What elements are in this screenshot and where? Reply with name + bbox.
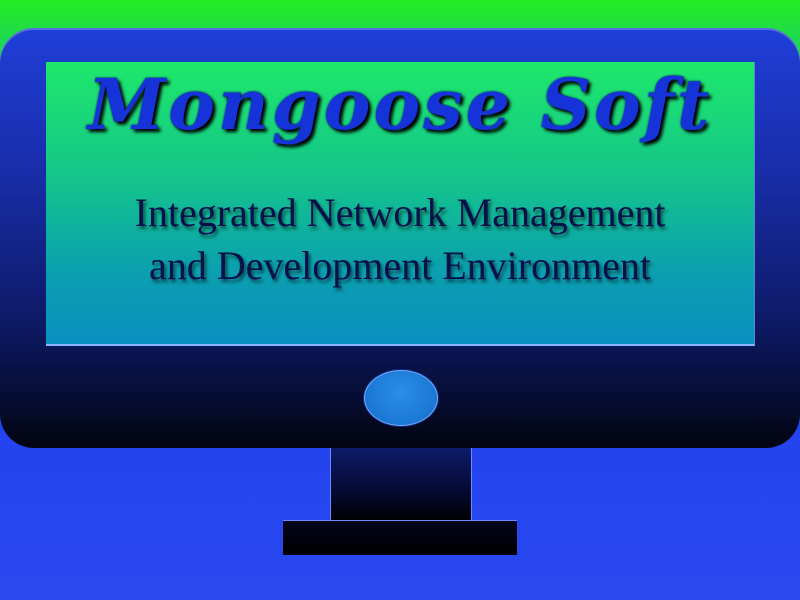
power-button-icon xyxy=(364,370,438,426)
monitor-stand-base xyxy=(283,520,517,555)
brand-logo-text: Mongoose Soft xyxy=(87,63,713,146)
tagline-line-2: and Development Environment xyxy=(148,243,652,288)
tagline-line-1: Integrated Network Management xyxy=(134,190,666,235)
monitor-stand-neck xyxy=(330,448,472,522)
